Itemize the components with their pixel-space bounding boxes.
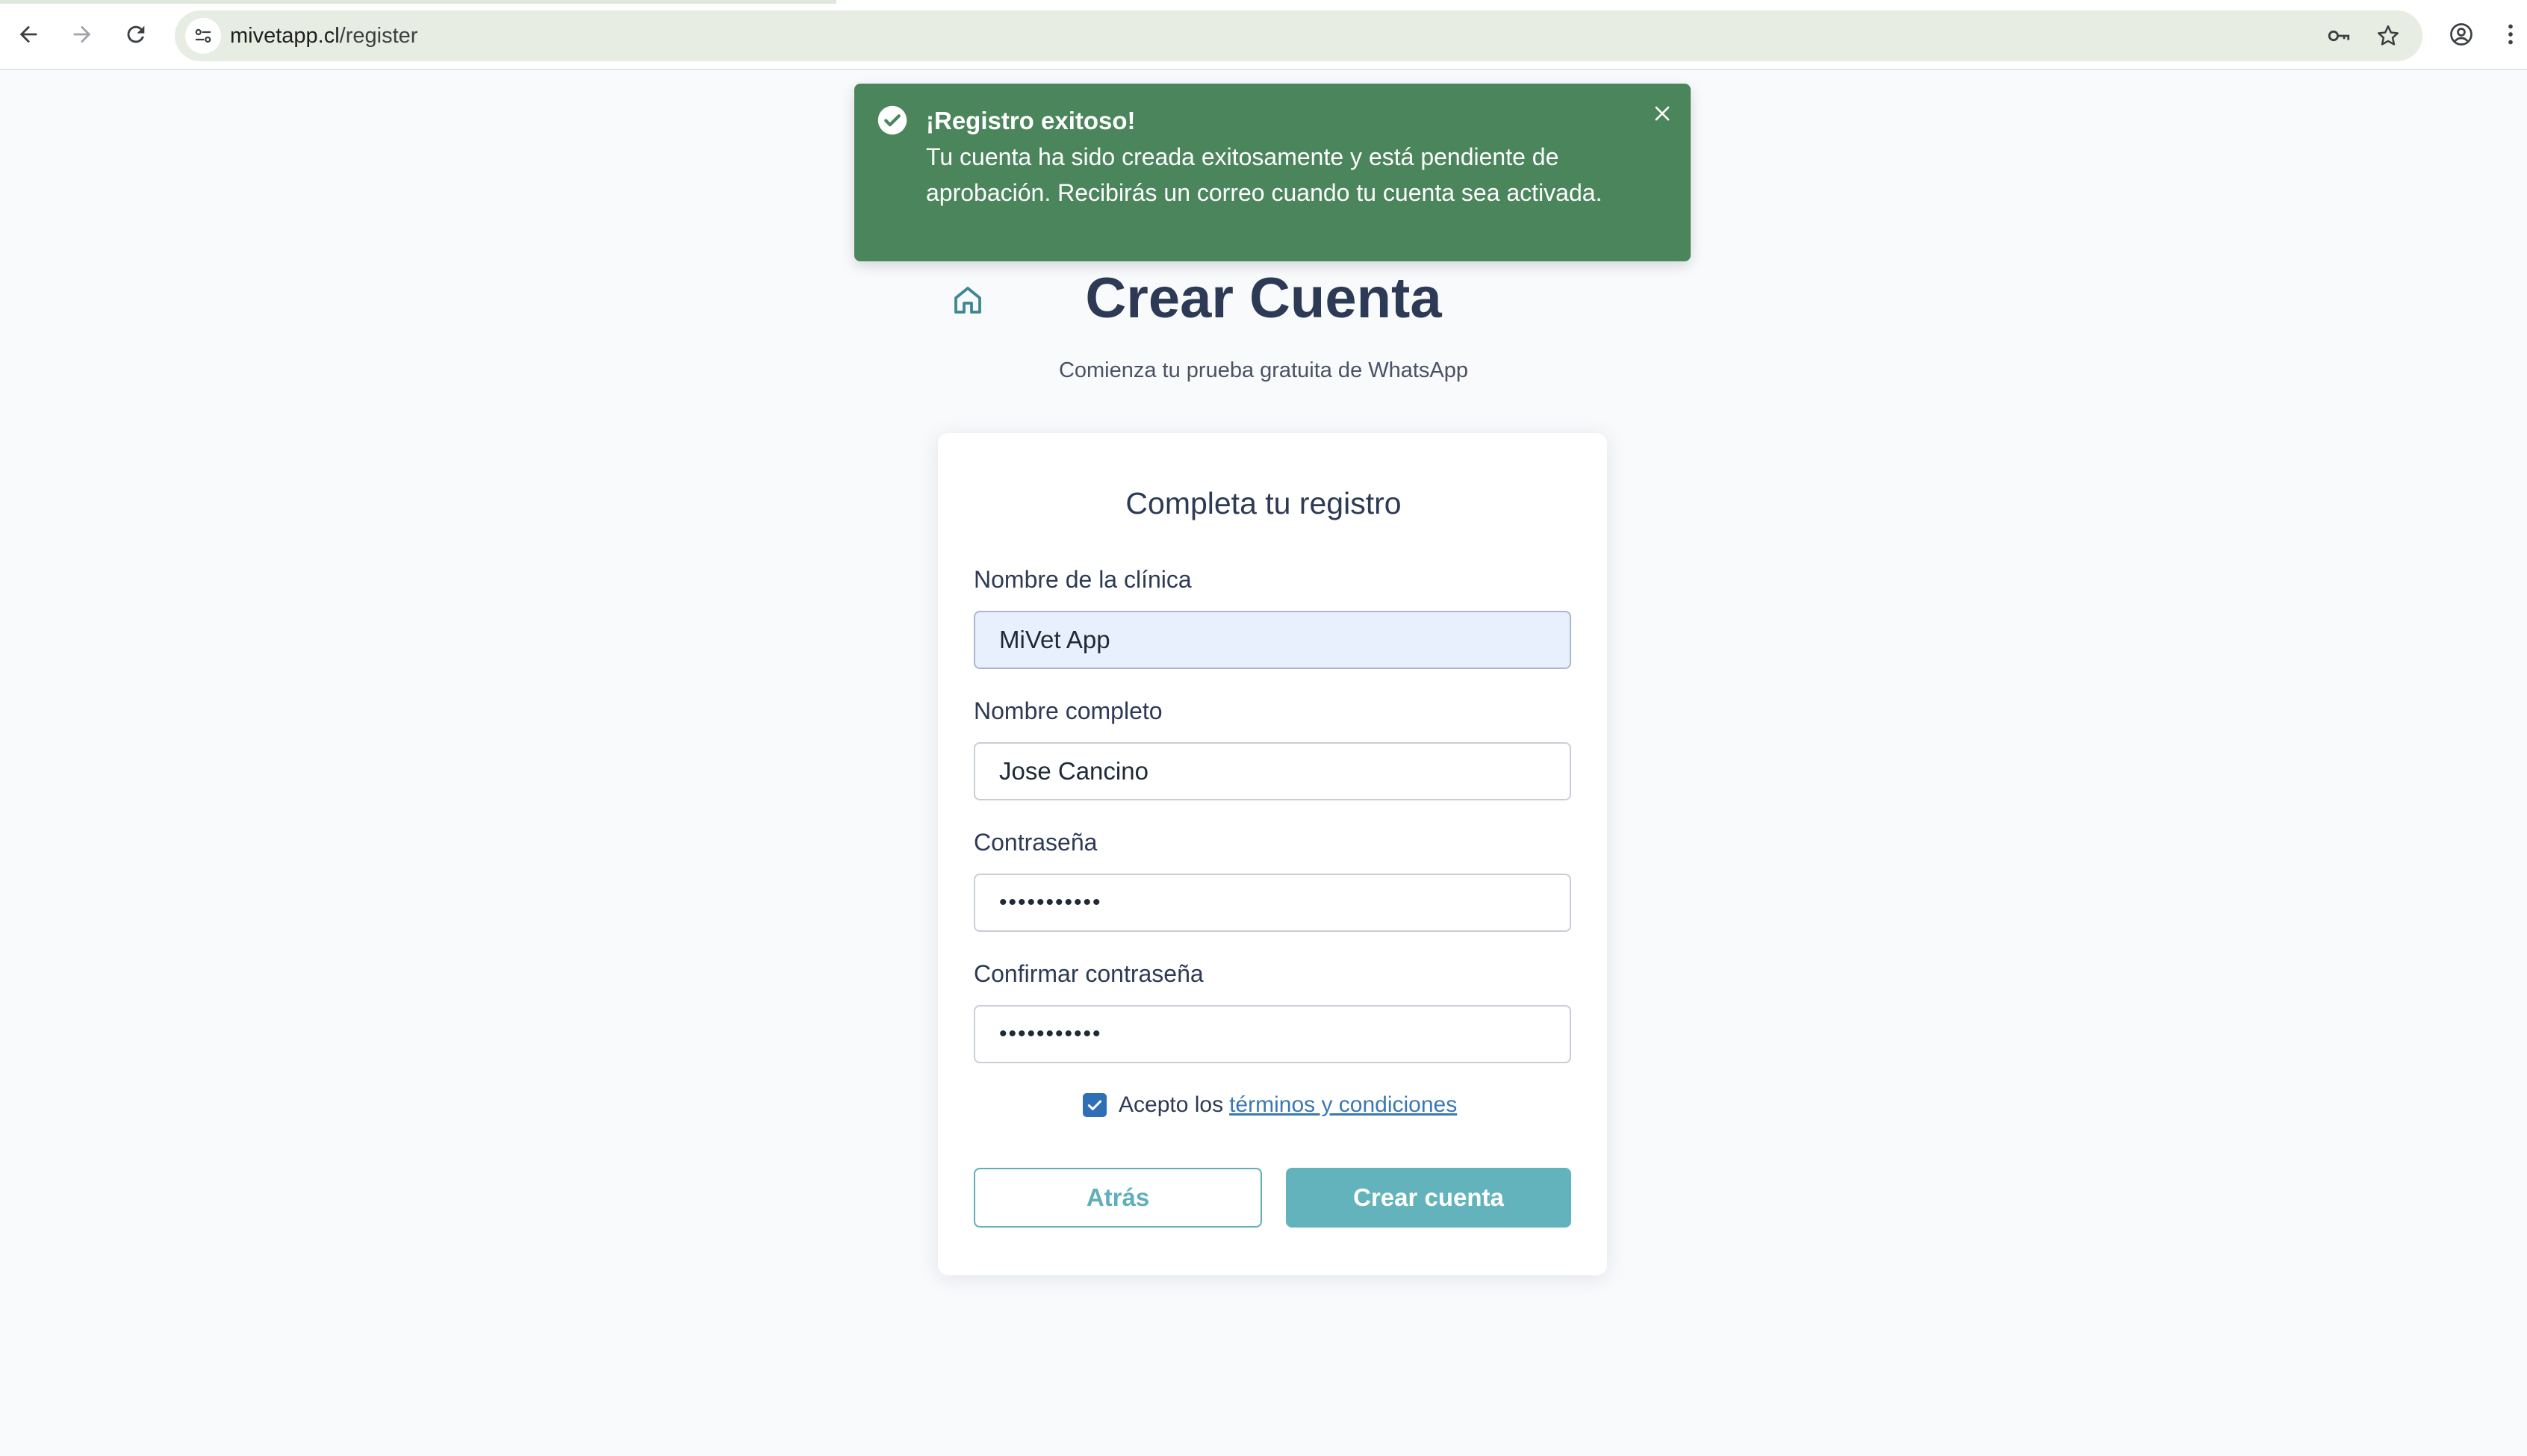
forward-button[interactable] <box>63 15 102 54</box>
page-load-progress <box>0 0 836 4</box>
profile-icon <box>2450 23 2472 46</box>
browser-menu-button[interactable] <box>2496 15 2526 54</box>
terms-link[interactable]: términos y condiciones <box>1229 1092 1457 1118</box>
bookmark-button[interactable] <box>2370 18 2406 54</box>
checkmark-icon <box>1087 1100 1102 1110</box>
browser-toolbar: mivetapp.cl/register <box>0 0 2527 70</box>
clinic-name-label: Nombre de la clínica <box>974 566 1192 593</box>
address-bar[interactable]: mivetapp.cl/register <box>175 10 2422 61</box>
reload-icon <box>127 25 145 43</box>
url-host: mivetapp.cl <box>230 24 340 48</box>
password-input[interactable] <box>974 874 1571 932</box>
back-arrow-icon <box>19 25 37 43</box>
menu-dots-icon <box>2508 24 2513 45</box>
password-label: Contraseña <box>974 829 1098 856</box>
toast-title: ¡Registro exitoso! <box>926 107 1136 134</box>
password-key-icon <box>2328 30 2350 42</box>
confirm-password-label: Confirmar contraseña <box>974 960 1204 987</box>
terms-checkbox[interactable] <box>1083 1093 1107 1117</box>
site-info-button[interactable] <box>185 18 221 54</box>
confirm-password-input[interactable] <box>974 1005 1571 1063</box>
back-button[interactable] <box>9 15 48 54</box>
back-button-form[interactable]: Atrás <box>974 1168 1262 1228</box>
page-subtitle: Comienza tu prueba gratuita de WhatsApp <box>1058 358 1469 382</box>
toast-close-button[interactable] <box>1647 99 1677 128</box>
terms-row: Acepto los términos y condiciones <box>1083 1089 1457 1121</box>
check-circle-icon <box>877 105 907 135</box>
profile-button[interactable] <box>2442 15 2481 54</box>
success-toast: ¡Registro exitoso! Tu cuenta ha sido cre… <box>854 84 1691 261</box>
terms-prefix-text: Acepto los <box>1119 1092 1224 1117</box>
bookmark-star-icon <box>2377 25 2399 46</box>
create-account-button[interactable]: Crear cuenta <box>1286 1168 1571 1228</box>
url-text[interactable]: mivetapp.cl/register <box>230 10 417 61</box>
clinic-name-input[interactable] <box>974 611 1571 669</box>
password-manager-button[interactable] <box>2321 18 2357 54</box>
reload-button[interactable] <box>116 15 155 54</box>
full-name-input[interactable] <box>974 742 1571 800</box>
forward-arrow-icon <box>73 25 91 43</box>
close-icon <box>1655 106 1670 121</box>
url-path: /register <box>339 24 418 48</box>
form-title: Completa tu registro <box>1125 486 1402 520</box>
page-title: Crear Cuenta <box>1085 267 1442 330</box>
toast-message: Tu cuenta ha sido creada exitosamente y … <box>926 143 1603 206</box>
site-settings-icon <box>195 28 211 43</box>
full-name-label: Nombre completo <box>974 697 1163 724</box>
